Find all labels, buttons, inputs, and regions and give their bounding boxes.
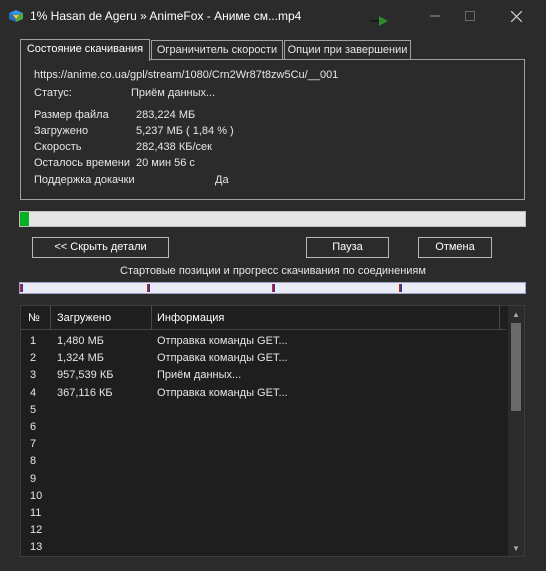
cell-number: 6 [30, 421, 37, 433]
minimize-button[interactable] [415, 0, 455, 32]
download-url: https://anime.co.ua/gpl/stream/1080/Crn2… [34, 69, 339, 81]
cell-downloaded: 957,539 КБ [57, 369, 114, 382]
connection-marker [272, 284, 275, 292]
table-row[interactable]: 11 [21, 505, 506, 522]
cell-number: 5 [30, 403, 37, 416]
cell-info: Отправка команды GET... [157, 352, 288, 365]
cell-number: 13 [30, 541, 43, 554]
cell-number: 2 [30, 352, 37, 365]
connection-marker [399, 284, 402, 292]
status-value: Приём данных... [131, 87, 216, 99]
table-row[interactable]: 7 [21, 436, 506, 453]
maximize-button[interactable] [450, 0, 490, 32]
column-header-downloaded[interactable]: Загружено [51, 306, 152, 330]
cursor-icon [370, 16, 388, 26]
idm-app-icon [9, 10, 23, 22]
connections-table[interactable]: № Загружено Информация 1 1,480 МБ Отправка… [20, 305, 525, 557]
cell-downloaded: 1,480 МБ [57, 335, 104, 347]
file-size-label: Размер файла [34, 109, 109, 121]
tab-download-status[interactable]: Состояние скачивания [20, 39, 150, 61]
downloaded-value: 5,237 МБ ( 1,84 % ) [136, 125, 234, 137]
window-title: 1% Hasan de Ageru » AnimeFox - Аниме см.… [30, 9, 302, 23]
status-label: Статус: [34, 87, 72, 99]
download-progress-bar [19, 211, 526, 227]
cell-number: 9 [30, 472, 37, 485]
cell-info: Отправка команды GET... [157, 335, 288, 347]
connections-caption: Стартовые позиции и прогресс скачивания … [120, 265, 426, 277]
minimize-icon [430, 15, 440, 17]
maximize-icon [465, 11, 475, 21]
tab-on-completion[interactable]: Опции при завершении [284, 40, 411, 60]
column-header-number[interactable]: № [21, 306, 51, 330]
scroll-down-arrow-icon[interactable]: ▼ [508, 540, 524, 556]
table-row[interactable]: 4 367,116 КБ Отправка команды GET... [21, 385, 506, 402]
table-row[interactable]: 1 1,480 МБ Отправка команды GET... [21, 333, 506, 350]
title-bar[interactable]: 1% Hasan de Ageru » AnimeFox - Аниме см.… [0, 0, 546, 32]
table-row[interactable]: 3 957,539 КБ Приём данных... [21, 367, 506, 384]
time-left-value: 20 мин 56 с [136, 157, 195, 169]
resume-support-value: Да [215, 174, 229, 186]
connection-marker [147, 284, 150, 292]
column-header-info[interactable]: Информация [152, 306, 500, 330]
scroll-up-arrow-icon[interactable]: ▲ [508, 306, 524, 322]
cell-info: Отправка команды GET... [157, 386, 288, 399]
cell-number: 3 [30, 369, 37, 382]
vertical-scrollbar[interactable]: ▲ ▼ [508, 306, 524, 556]
table-row[interactable]: 5 [21, 402, 506, 419]
speed-value: 282,438 КБ/сек [136, 141, 212, 153]
connection-marker [20, 284, 23, 292]
table-row[interactable]: 6 [21, 419, 506, 436]
table-row[interactable]: 8 [21, 453, 506, 470]
table-row[interactable]: 9 [21, 471, 506, 488]
cell-number: 7 [30, 438, 37, 451]
download-details-panel: https://anime.co.ua/gpl/stream/1080/Crn2… [20, 59, 525, 200]
cell-number: 10 [30, 489, 43, 502]
cell-number: 12 [30, 524, 43, 537]
tab-speed-limiter[interactable]: Ограничитель скорости [151, 40, 283, 60]
scroll-thumb[interactable] [511, 323, 521, 411]
cell-number: 1 [30, 335, 37, 347]
cell-info: Приём данных... [157, 369, 242, 382]
close-button[interactable] [496, 0, 536, 32]
time-left-label: Осталось времени [34, 157, 131, 169]
downloaded-label: Загружено [34, 125, 89, 137]
close-icon [510, 10, 522, 22]
hide-details-button[interactable]: << Скрыть детали [32, 237, 169, 258]
connections-progress-bar [19, 282, 526, 294]
cancel-button[interactable]: Отмена [418, 237, 492, 258]
table-row[interactable]: 13 [21, 539, 506, 556]
table-row[interactable]: 10 [21, 488, 506, 505]
table-row[interactable]: 2 1,324 МБ Отправка команды GET... [21, 350, 506, 367]
speed-label: Скорость [34, 141, 82, 153]
pause-button[interactable]: Пауза [306, 237, 389, 258]
file-size-value: 283,224 МБ [136, 109, 196, 121]
cell-downloaded: 367,116 КБ [57, 386, 113, 399]
resume-support-label: Поддержка докачки [34, 174, 135, 186]
table-row[interactable]: 12 [21, 522, 506, 539]
table-header: № Загружено Информация [21, 306, 506, 330]
cell-number: 11 [30, 507, 42, 519]
cell-number: 8 [30, 455, 37, 468]
cell-number: 4 [30, 386, 37, 399]
progress-fill [20, 212, 30, 226]
cell-downloaded: 1,324 МБ [57, 352, 104, 365]
